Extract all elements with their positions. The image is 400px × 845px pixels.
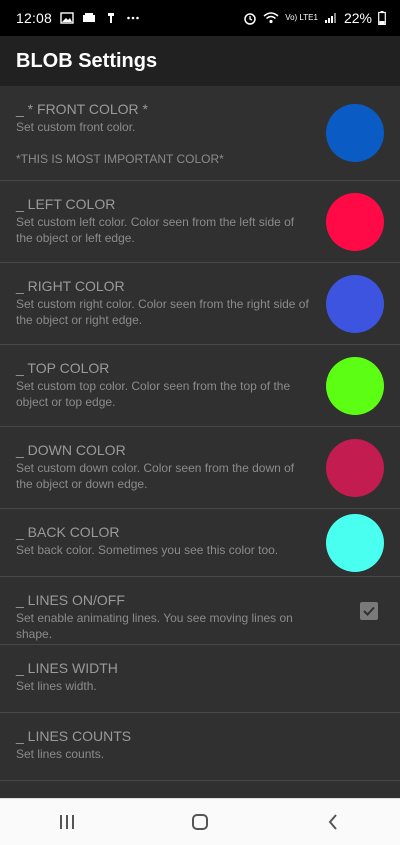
- color-swatch[interactable]: [326, 104, 384, 162]
- pref-top-color[interactable]: _ TOP COLOR Set custom top color. Color …: [0, 345, 400, 427]
- back-button[interactable]: [303, 802, 363, 842]
- pref-summary: Set custom down color. Color seen from t…: [16, 461, 295, 491]
- back-icon: [328, 814, 338, 830]
- pref-summary: Set enable animating lines. You see movi…: [16, 611, 293, 641]
- pref-summary: Set back color. Sometimes you see this c…: [16, 543, 279, 557]
- pref-front-color[interactable]: _ * FRONT COLOR * Set custom front color…: [0, 86, 400, 181]
- pref-right-color[interactable]: _ RIGHT COLOR Set custom right color. Co…: [0, 263, 400, 345]
- lines-checkbox[interactable]: [360, 601, 378, 620]
- status-time: 12:08: [16, 10, 53, 26]
- app-bar: BLOB Settings: [0, 36, 400, 86]
- pref-summary: Set custom front color. *THIS IS MOST IM…: [16, 120, 224, 166]
- signal-icon: [324, 13, 336, 23]
- status-bar: 12:08 Vo) LTE1 22%: [0, 0, 400, 36]
- home-button[interactable]: [170, 802, 230, 842]
- color-swatch[interactable]: [326, 513, 384, 572]
- pref-down-color[interactable]: _ DOWN COLOR Set custom down color. Colo…: [0, 427, 400, 509]
- pref-title: _ TOP COLOR: [16, 360, 110, 376]
- pref-title: _ LEFT COLOR: [16, 196, 116, 212]
- system-nav-bar: [0, 798, 400, 845]
- message-icon: [83, 13, 96, 22]
- color-swatch[interactable]: [326, 356, 384, 415]
- image-icon: [60, 12, 74, 24]
- pref-title: _ LINES WIDTH: [16, 660, 118, 676]
- pref-title: _ LINES ON/OFF: [16, 592, 125, 608]
- color-swatch[interactable]: [326, 274, 384, 333]
- pref-title: _ DOWN COLOR: [16, 442, 126, 458]
- home-icon: [191, 814, 208, 830]
- pref-lines-counts[interactable]: _ LINES COUNTS Set lines counts.: [0, 713, 400, 781]
- color-swatch[interactable]: [326, 192, 384, 251]
- pref-summary: Set custom top color. Color seen from th…: [16, 379, 291, 409]
- usb-icon: [108, 13, 115, 23]
- network-label: Vo) LTE1: [285, 13, 318, 22]
- pref-title: _ BACK COLOR: [16, 524, 120, 540]
- check-icon: [363, 606, 375, 616]
- battery-icon: [378, 11, 386, 25]
- pref-summary: Set custom left color. Color seen from t…: [16, 215, 295, 245]
- pref-title: _ LINES COUNTS: [16, 728, 132, 744]
- color-swatch[interactable]: [326, 438, 384, 497]
- recent-apps-button[interactable]: [37, 802, 97, 842]
- more-icon: [127, 16, 139, 20]
- pref-title: _ * FRONT COLOR *: [16, 101, 148, 117]
- pref-summary: Set lines width.: [16, 679, 97, 693]
- page-title: BLOB Settings: [16, 49, 158, 72]
- pref-back-color[interactable]: _ BACK COLOR Set back color. Sometimes y…: [0, 509, 400, 577]
- alarm-icon: [244, 13, 256, 25]
- wifi-icon: [263, 12, 279, 24]
- pref-summary: Set custom right color. Color seen from …: [16, 297, 309, 327]
- battery-percent: 22%: [343, 10, 372, 26]
- recent-apps-icon: [59, 815, 74, 829]
- pref-summary: Set lines counts.: [16, 747, 105, 761]
- settings-list: _ * FRONT COLOR * Set custom front color…: [0, 86, 400, 781]
- pref-lines-onoff[interactable]: _ LINES ON/OFF Set enable animating line…: [0, 577, 400, 645]
- pref-title: _ RIGHT COLOR: [16, 278, 125, 294]
- pref-left-color[interactable]: _ LEFT COLOR Set custom left color. Colo…: [0, 181, 400, 263]
- pref-lines-width[interactable]: _ LINES WIDTH Set lines width.: [0, 645, 400, 713]
